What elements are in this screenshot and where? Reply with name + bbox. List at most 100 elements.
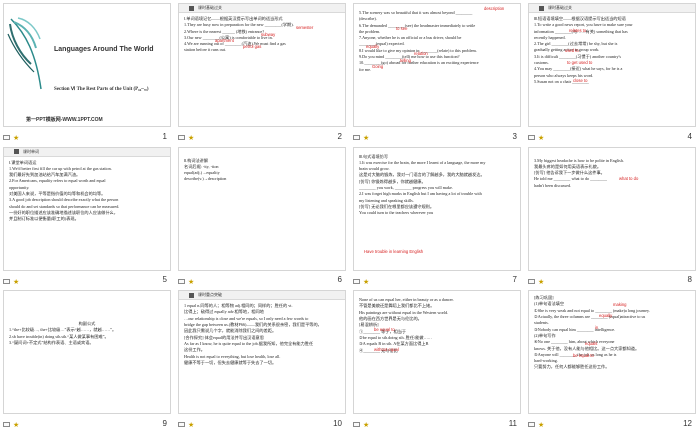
slide-toolbar: ★ [353, 133, 433, 143]
slide-2[interactable]: 课时基础过关 Ⅰ.单词语境记忆——根据英汉提示写出单词的适当形式 1.They … [178, 3, 346, 127]
star-icon[interactable]: ★ [538, 135, 545, 142]
slide-toolbar: ★ [353, 420, 433, 430]
answer-text: Have trouble in learning English [364, 248, 424, 254]
answer-text: equally [599, 313, 613, 319]
slide-number: 9 [162, 418, 167, 428]
star-icon[interactable]: ★ [188, 135, 195, 142]
answer-text: to see [396, 26, 408, 31]
slide-number: 4 [687, 131, 692, 141]
slide-thumb-12[interactable]: [练习巩固] (1)单句语法填空 ①She is very weak and n… [525, 287, 700, 431]
slide-thumb-8[interactable]: 3.My biggest headache is how to be polit… [525, 144, 700, 288]
text-line: 并且制订标准以便衡量(职工的)表现。 [9, 216, 79, 222]
slide-toolbar: ★ [528, 133, 608, 143]
slide-icon[interactable] [178, 422, 185, 428]
header-icon [14, 149, 19, 155]
slide-1[interactable]: Languages Around The World Section Ⅵ The… [3, 3, 171, 127]
slide-thumb-6[interactable]: Ⅱ.构词法讲解 名词后缀: -ity, -tion equal(adj.)→eq… [175, 144, 350, 288]
slide-thumb-2[interactable]: 课时基础过关 Ⅰ.单词语境记忆——根据英汉提示写出单词的适当形式 1.They … [175, 0, 350, 144]
answer-text: used to [565, 48, 579, 53]
slide-10[interactable]: 课时重点突破 1 equal n.同等的人；相等物 adj.相同的；同样的；胜任… [178, 290, 346, 415]
answer-text: equally [366, 44, 380, 49]
slide-icon[interactable] [3, 278, 10, 284]
slide-thumb-11[interactable]: None of us can equal her, either in beau… [350, 287, 525, 431]
slide-thumb-3[interactable]: 5.The scenery was so beautiful that it w… [350, 0, 525, 144]
slide-toolbar: ★ [178, 276, 258, 286]
slide-section: Section Ⅵ The Rest Parts of the Unit (P₆… [54, 87, 149, 92]
slide-number: 3 [512, 131, 517, 141]
text-line: 健康不等于一切，但失去健康就等于失去了一切。 [184, 359, 277, 365]
answer-text: relation [414, 51, 428, 56]
slide-number: 5 [162, 275, 167, 285]
slide-thumb-1[interactable]: Languages Around The World Section Ⅵ The… [0, 0, 175, 144]
text-line: 只要努力，任何人都能够胜任这份工作。 [534, 364, 610, 370]
answer-text: in [595, 325, 599, 331]
star-icon[interactable]: ★ [13, 279, 20, 286]
slide-9[interactable]: 构副公式 1.“the+比较级…, the+比较级…”表示“越……，就越……”。… [3, 290, 171, 415]
star-icon[interactable]: ★ [188, 422, 195, 429]
star-icon[interactable]: ★ [538, 422, 545, 429]
slide-icon[interactable] [178, 278, 185, 284]
slide-icon[interactable] [353, 278, 360, 284]
answer-text: apartment [215, 38, 234, 43]
slide-icon[interactable] [528, 422, 535, 428]
star-icon[interactable]: ★ [13, 135, 20, 142]
slide-toolbar: ★ [528, 420, 608, 430]
slide-toolbar: ★ [528, 276, 608, 286]
slide-toolbar: ★ [178, 133, 258, 143]
feather-illustration [7, 17, 42, 90]
slide-header: 课时单词 [23, 148, 39, 154]
slide-icon[interactable] [528, 135, 535, 141]
slide-icon[interactable] [3, 135, 10, 141]
slide-icon[interactable] [528, 278, 535, 284]
text-line: You could turn to the teachers wherever … [359, 210, 434, 216]
slide-icon[interactable] [3, 422, 10, 428]
slide-thumb-5[interactable]: 课时单词 Ⅰ.课堂单词语运 1.We'd better first fill t… [0, 144, 175, 288]
text-line: describe(v.)→description [184, 176, 227, 182]
slide-toolbar: ★ [3, 133, 83, 143]
slide-number: 8 [687, 275, 692, 285]
slide-11[interactable]: None of us can equal her, either in beau… [353, 290, 521, 415]
answer-text: making [613, 302, 627, 308]
slide-icon[interactable] [353, 422, 360, 428]
slide-toolbar: ★ [353, 276, 433, 286]
slide-6[interactable]: Ⅱ.构词法讲解 名词后缀: -ity, -tion equal(adj.)→eq… [178, 146, 346, 271]
slide-8[interactable]: 3.My biggest headache is how to be polit… [528, 146, 696, 271]
answer-text: telling [400, 58, 411, 63]
star-icon[interactable]: ★ [363, 135, 370, 142]
header-icon [189, 292, 194, 298]
star-icon[interactable]: ★ [188, 279, 195, 286]
answer-text: subway [261, 32, 276, 37]
slide-title: Languages Around The World [54, 46, 154, 53]
slide-thumb-10[interactable]: 课时重点突破 1 equal n.同等的人；相等物 adj.相同的；同样的；胜任… [175, 287, 350, 431]
slide-header: 课时基础过关 [548, 5, 572, 10]
answer-text: be equal to [573, 353, 594, 359]
slide-url: 第一PPT模板网-WWW.1PPT.COM [26, 117, 103, 123]
slide-icon[interactable] [178, 135, 185, 141]
slide-12[interactable]: [练习巩固] (1)单句语法填空 ①She is very weak and n… [528, 290, 696, 415]
star-icon[interactable]: ★ [13, 422, 20, 429]
answer-text: description [484, 6, 505, 11]
answer-text: semester [296, 25, 314, 30]
answer-text: be equal to [374, 327, 395, 333]
answer-text: to get used to [567, 60, 593, 65]
slide-7[interactable]: Ⅲ.句式语境仿写 1.It was exercise for the brain… [353, 146, 521, 271]
star-icon[interactable]: ★ [363, 422, 370, 429]
slide-number: 6 [337, 275, 342, 285]
slide-thumb-9[interactable]: 构副公式 1.“the+比较级…, the+比较级…”表示“越……，就越……”。… [0, 287, 175, 431]
answer-text: Going [372, 64, 384, 69]
slide-thumb-7[interactable]: Ⅲ.句式语境仿写 1.It was exercise for the brain… [350, 144, 525, 288]
slide-number: 12 [683, 418, 692, 428]
text-line: 3.“疑问词+不定式”结构作表语、主语或宾语。 [9, 340, 94, 346]
star-icon[interactable]: ★ [538, 279, 545, 286]
slide-thumb-4[interactable]: 课时基础过关 Ⅲ.短语语境填空——根据汉语提示写出适当的短语 1.To writ… [525, 0, 700, 144]
header-icon [189, 5, 194, 11]
slide-number: 11 [508, 418, 517, 428]
slide-header: 课时重点突破 [198, 292, 222, 298]
slide-4[interactable]: 课时基础过关 Ⅲ.短语语境填空——根据汉语提示写出适当的短语 1.To writ… [528, 3, 696, 127]
star-icon[interactable]: ★ [363, 279, 370, 286]
slide-sorter-grid: Languages Around The World Section Ⅵ The… [0, 0, 700, 431]
slide-3[interactable]: 5.The scenery was so beautiful that it w… [353, 3, 521, 127]
answer-text: relates to [569, 28, 587, 33]
slide-icon[interactable] [353, 135, 360, 141]
slide-5[interactable]: 课时单词 Ⅰ.课堂单词语运 1.We'd better first fill t… [3, 146, 171, 271]
